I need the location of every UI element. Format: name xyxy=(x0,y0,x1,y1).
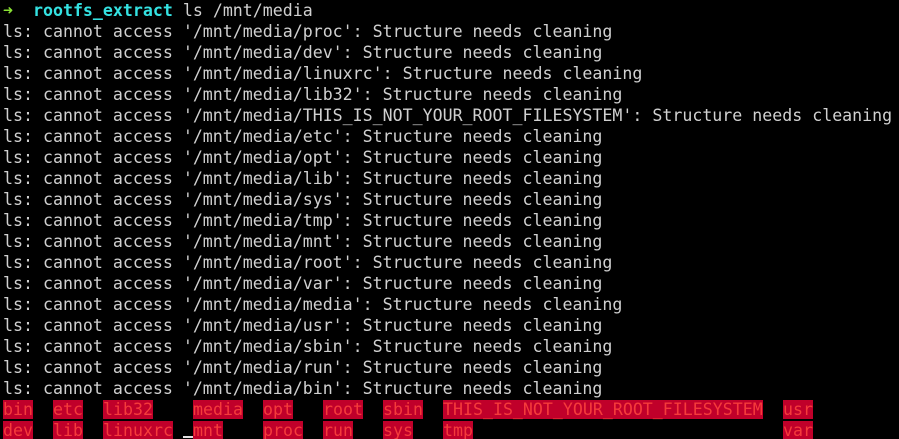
prompt-line: ➜ rootfs_extract ls /mnt/media xyxy=(3,0,313,21)
ls-entry: usr xyxy=(783,400,813,419)
ls-entry: sys xyxy=(383,421,413,439)
error-line: ls: cannot access '/mnt/media/opt': Stru… xyxy=(3,148,603,167)
ls-entry: lib xyxy=(53,421,83,439)
ls-entry: var xyxy=(783,421,813,439)
error-line: ls: cannot access '/mnt/media/lib32': St… xyxy=(3,85,623,104)
ls-entry: etc xyxy=(53,400,83,419)
ls-entry: lib32 xyxy=(103,400,153,419)
error-line: ls: cannot access '/mnt/media/bin': Stru… xyxy=(3,379,603,398)
command-text: ls /mnt/media xyxy=(182,1,313,20)
ls-entry: run xyxy=(323,421,353,439)
error-line: ls: cannot access '/mnt/media/sbin': Str… xyxy=(3,337,613,356)
ls-entry: tmp xyxy=(443,421,473,439)
terminal-window[interactable]: ➜ rootfs_extract ls /mnt/media ls: canno… xyxy=(0,0,899,439)
error-line: ls: cannot access '/mnt/media/sys': Stru… xyxy=(3,190,603,209)
error-line: ls: cannot access '/mnt/media/media': St… xyxy=(3,295,623,314)
prompt-directory: rootfs_extract xyxy=(32,1,173,20)
text-cursor xyxy=(183,436,193,438)
error-line: ls: cannot access '/mnt/media/dev': Stru… xyxy=(3,43,603,62)
ls-entry: bin xyxy=(3,400,33,419)
error-line: ls: cannot access '/mnt/media/usr': Stru… xyxy=(3,316,603,335)
ls-entry: sbin xyxy=(383,400,423,419)
ls-entry: media xyxy=(193,400,243,419)
ls-entry: root xyxy=(323,400,363,419)
error-line: ls: cannot access '/mnt/media/run': Stru… xyxy=(3,358,603,377)
ls-entry: THIS_IS_NOT_YOUR_ROOT_FILESYSTEM xyxy=(443,400,763,419)
error-line: ls: cannot access '/mnt/media/var': Stru… xyxy=(3,274,603,293)
ls-entry: mnt xyxy=(193,421,223,439)
ls-entry: proc xyxy=(263,421,303,439)
error-line: ls: cannot access '/mnt/media/proc': Str… xyxy=(3,22,613,41)
error-line: ls: cannot access '/mnt/media/lib': Stru… xyxy=(3,169,603,188)
ls-entry: dev xyxy=(3,421,33,439)
error-line: ls: cannot access '/mnt/media/mnt': Stru… xyxy=(3,232,603,251)
ls-entry: linuxrc xyxy=(103,421,173,439)
prompt-arrow-icon: ➜ xyxy=(3,1,13,20)
error-line: ls: cannot access '/mnt/media/etc': Stru… xyxy=(3,127,603,146)
error-line: ls: cannot access '/mnt/media/linuxrc': … xyxy=(3,64,643,83)
error-line: ls: cannot access '/mnt/media/tmp': Stru… xyxy=(3,211,603,230)
ls-entry: opt xyxy=(263,400,293,419)
error-line: ls: cannot access '/mnt/media/root': Str… xyxy=(3,253,613,272)
error-line: ls: cannot access '/mnt/media/THIS_IS_NO… xyxy=(3,106,893,125)
